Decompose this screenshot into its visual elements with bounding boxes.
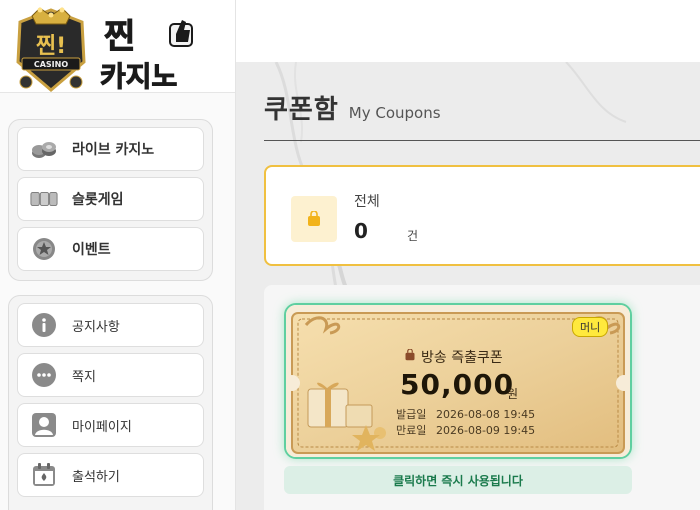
calendar-icon — [30, 461, 58, 489]
sidebar: 찐! CASINO 찐 카지노 라이브 카지노 슬롯게임 이벤트 공지사항 쪽지… — [0, 0, 236, 510]
menu-item-mypage[interactable]: 마이페이지 — [17, 403, 204, 447]
slot-reels-icon — [30, 185, 58, 213]
coupon-name-text: 방송 즉출쿠폰 — [421, 350, 503, 366]
page-subtitle: My Coupons — [348, 104, 441, 122]
page-title-text: 쿠폰함 — [264, 95, 339, 125]
menu-item-attendance[interactable]: 출석하기 — [17, 453, 204, 497]
menu-item-label: 라이브 카지노 — [72, 142, 155, 158]
coupon-amount: 50,000 — [400, 368, 515, 401]
info-icon — [30, 311, 58, 339]
use-coupon-button[interactable]: 클릭하면 즉시 사용됩니다 — [284, 466, 632, 494]
logo-badge-sub: CASINO — [34, 60, 68, 69]
brand-wordmark: 찐 카지노 — [100, 17, 193, 94]
menu-item-event[interactable]: 이벤트 — [17, 227, 204, 271]
coupon-amount-unit: 원 — [507, 387, 519, 401]
menu-item-slot-game[interactable]: 슬롯게임 — [17, 177, 204, 221]
expire-date: 2026-08-09 19:45 — [436, 424, 536, 437]
chips-icon — [30, 135, 58, 163]
issued-date: 2026-08-08 19:45 — [436, 408, 536, 421]
logo-badge-text: 찐! — [36, 34, 66, 59]
coupon-issued-row: 발급일 2026-08-08 19:45 — [396, 407, 535, 423]
title-divider — [264, 140, 700, 141]
coupon-type-badge: 머니 — [572, 317, 609, 337]
top-bar — [236, 0, 700, 62]
coupon-name: 방송 즉출쿠폰 — [404, 347, 503, 367]
user-icon — [30, 411, 58, 439]
coupon-card[interactable]: 머니 방송 즉출쿠폰 50,000 원 발급일 2026-08-08 19:45 … — [284, 303, 632, 459]
menu-item-label: 공지사항 — [72, 319, 120, 335]
primary-menu: 라이브 카지노 슬롯게임 이벤트 — [8, 119, 213, 281]
coupon-list: 머니 방송 즉출쿠폰 50,000 원 발급일 2026-08-08 19:45 … — [264, 285, 700, 510]
main-content: 쿠폰함 My Coupons 전체 0 건 머니 방송 즉출쿠폰 50,000 … — [236, 62, 700, 510]
menu-item-label: 쪽지 — [72, 369, 96, 385]
brand-title-line1: 찐 — [104, 17, 135, 57]
brand-title-line2: 카지노 — [100, 60, 177, 93]
coupon-summary-card: 전체 0 건 — [264, 165, 700, 266]
secondary-menu: 공지사항 쪽지 마이페이지 출석하기 — [8, 295, 213, 510]
menu-item-label: 이벤트 — [72, 242, 111, 258]
summary-unit: 건 — [407, 229, 419, 243]
coupon-dates: 발급일 2026-08-08 19:45 만료일 2026-08-09 19:45 — [396, 407, 535, 439]
summary-label: 전체 — [354, 194, 380, 210]
menu-item-label: 출석하기 — [72, 469, 120, 485]
bag-icon — [291, 196, 337, 242]
thumbs-up-icon — [169, 20, 193, 47]
page-title: 쿠폰함 My Coupons — [264, 89, 441, 126]
menu-item-notice[interactable]: 공지사항 — [17, 303, 204, 347]
casino-badge-logo: 찐! CASINO — [16, 7, 86, 92]
coupon-expire-row: 만료일 2026-08-09 19:45 — [396, 423, 535, 439]
bag-icon — [404, 348, 416, 365]
summary-count: 0 — [354, 219, 368, 243]
menu-item-live-casino[interactable]: 라이브 카지노 — [17, 127, 204, 171]
star-badge-icon — [30, 235, 58, 263]
expire-label: 만료일 — [396, 424, 427, 437]
menu-item-label: 마이페이지 — [72, 419, 132, 435]
chat-bubble-icon — [30, 361, 58, 389]
brand-logo[interactable]: 찐! CASINO 찐 카지노 — [0, 0, 235, 94]
issued-label: 발급일 — [396, 408, 427, 421]
menu-item-label: 슬롯게임 — [72, 192, 124, 208]
menu-item-messages[interactable]: 쪽지 — [17, 353, 204, 397]
